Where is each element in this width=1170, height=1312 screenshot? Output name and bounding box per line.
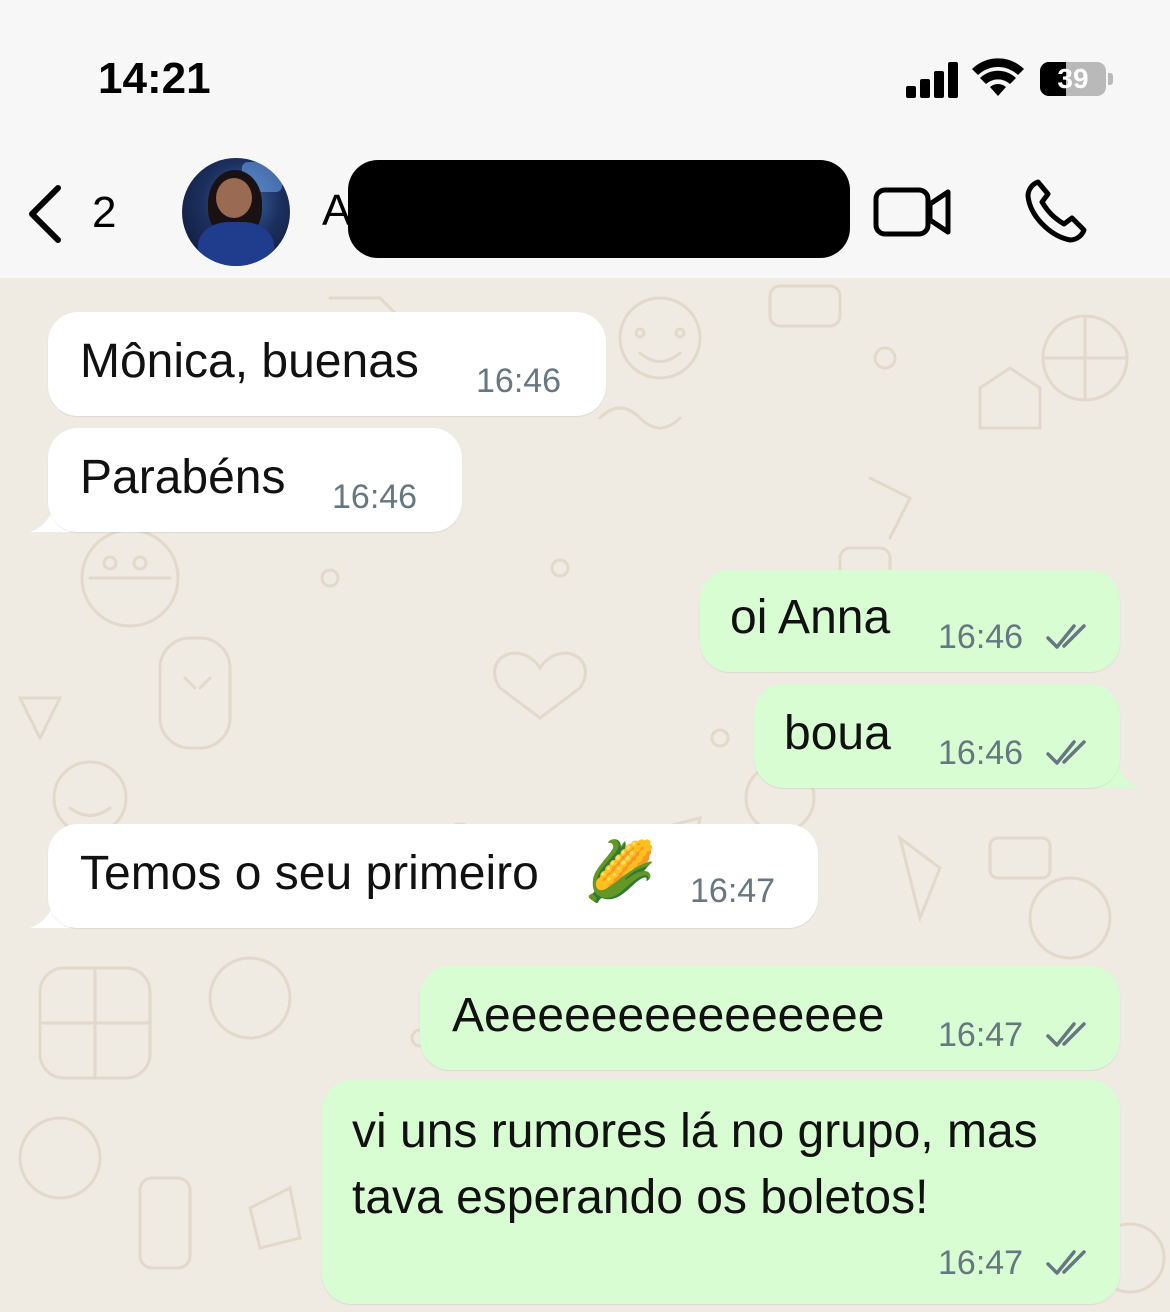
message-time: 16:46 [938,618,1024,656]
outgoing-message[interactable]: oi Anna 16:46 [700,570,1120,672]
message-time: 16:47 [690,872,776,910]
incoming-message[interactable]: Parabéns 16:46 [48,428,462,532]
chevron-left-icon[interactable] [22,184,72,244]
read-receipt-icon [1046,740,1086,765]
wifi-icon [972,58,1024,96]
message-text-line-2: tava esperando os boletos! [352,1171,929,1224]
message-time: 16:46 [332,478,418,516]
message-time: 16:47 [938,1244,1024,1282]
message-text: boua [784,707,891,760]
read-receipt-icon [1046,1250,1086,1275]
read-receipt-icon [1046,1022,1086,1047]
message-time: 16:47 [938,1016,1024,1054]
chat-header: 2 A [0,140,1170,278]
avatar-body [198,222,274,266]
outgoing-message[interactable]: boua 16:46 [754,684,1120,788]
chat-area[interactable]: Mônica, buenas 16:46 Parabéns 16:46 oi A… [0,278,1170,1312]
outgoing-message[interactable]: vi uns rumores lá no grupo, mas tava esp… [322,1080,1120,1304]
message-text: oi Anna [730,591,891,644]
battery-icon: 39 [1040,62,1106,96]
incoming-message[interactable]: Temos o seu primeiro 🌽 16:47 [48,824,818,928]
avatar[interactable] [182,158,290,266]
video-call-icon[interactable] [872,184,952,240]
message-text: Mônica, buenas [80,335,419,388]
contact-name[interactable]: A [322,186,351,236]
message-text-line-1: vi uns rumores lá no grupo, mas [352,1105,1038,1158]
corn-emoji: 🌽 [584,839,657,904]
redaction-bar [348,160,850,258]
message-time: 16:46 [476,362,562,400]
cellular-signal-icon [906,62,960,98]
message-time: 16:46 [938,734,1024,772]
incoming-message[interactable]: Mônica, buenas 16:46 [48,312,606,416]
battery-percent: 39 [1057,63,1089,94]
battery-cap [1108,73,1113,85]
phone-icon[interactable] [1024,178,1088,244]
read-receipt-icon [1046,624,1086,649]
message-text: Temos o seu primeiro [80,847,539,900]
unread-count[interactable]: 2 [92,188,116,238]
avatar-face [216,178,252,218]
message-text: Parabéns [80,451,286,504]
status-time: 14:21 [98,54,211,103]
message-text: Aeeeeeeeeeeeeeee [452,989,885,1042]
status-bar: 14:21 39 [0,0,1170,140]
outgoing-message[interactable]: Aeeeeeeeeeeeeeee 16:47 [420,966,1120,1070]
